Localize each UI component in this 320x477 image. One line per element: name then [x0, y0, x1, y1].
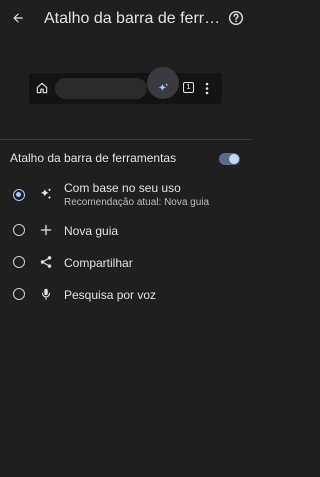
app-bar: Atalho da barra de ferramentas — [0, 0, 252, 40]
option-sublabel: Recomendação atual: Nova guia — [64, 197, 210, 208]
option-label: Pesquisa por voz — [64, 288, 157, 302]
option-label: Nova guia — [64, 224, 119, 238]
option-label: Compartilhar — [64, 256, 133, 270]
toggle-label: Atalho da barra de ferramentas — [10, 151, 177, 165]
option-voice-search[interactable]: Pesquisa por voz — [0, 280, 252, 310]
help-button[interactable] — [227, 9, 245, 27]
mic-icon — [41, 288, 51, 300]
tab-switcher-icon: 1 — [183, 82, 194, 93]
section-divider — [0, 139, 252, 140]
toolbar-shortcut-switch[interactable] — [219, 153, 240, 165]
radio-voice-search[interactable] — [13, 288, 25, 300]
sparkle-icon — [158, 83, 169, 92]
option-new-tab[interactable]: Nova guia — [0, 216, 252, 246]
page-title: Atalho da barra de ferramentas — [44, 10, 224, 27]
radio-new-tab[interactable] — [13, 224, 25, 236]
toolbar-shortcut-toggle-row[interactable]: Atalho da barra de ferramentas — [0, 146, 252, 170]
sparkle-icon — [40, 188, 52, 200]
arrow-back-icon — [13, 13, 23, 23]
help-icon — [229, 11, 243, 25]
radio-based-on-usage[interactable] — [13, 189, 25, 201]
switch-knob — [229, 154, 239, 164]
back-button[interactable] — [8, 8, 28, 28]
option-share[interactable]: Compartilhar — [0, 248, 252, 278]
more-vert-icon — [205, 82, 209, 95]
omnibox-placeholder — [55, 78, 147, 99]
option-based-on-usage[interactable]: Com base no seu uso Recomendação atual: … — [0, 178, 252, 212]
option-label: Com base no seu uso — [64, 181, 181, 195]
share-icon — [40, 256, 52, 268]
toolbar-preview: 1 — [29, 67, 222, 104]
radio-share[interactable] — [13, 256, 25, 268]
plus-icon — [40, 224, 52, 236]
home-icon — [36, 82, 48, 94]
